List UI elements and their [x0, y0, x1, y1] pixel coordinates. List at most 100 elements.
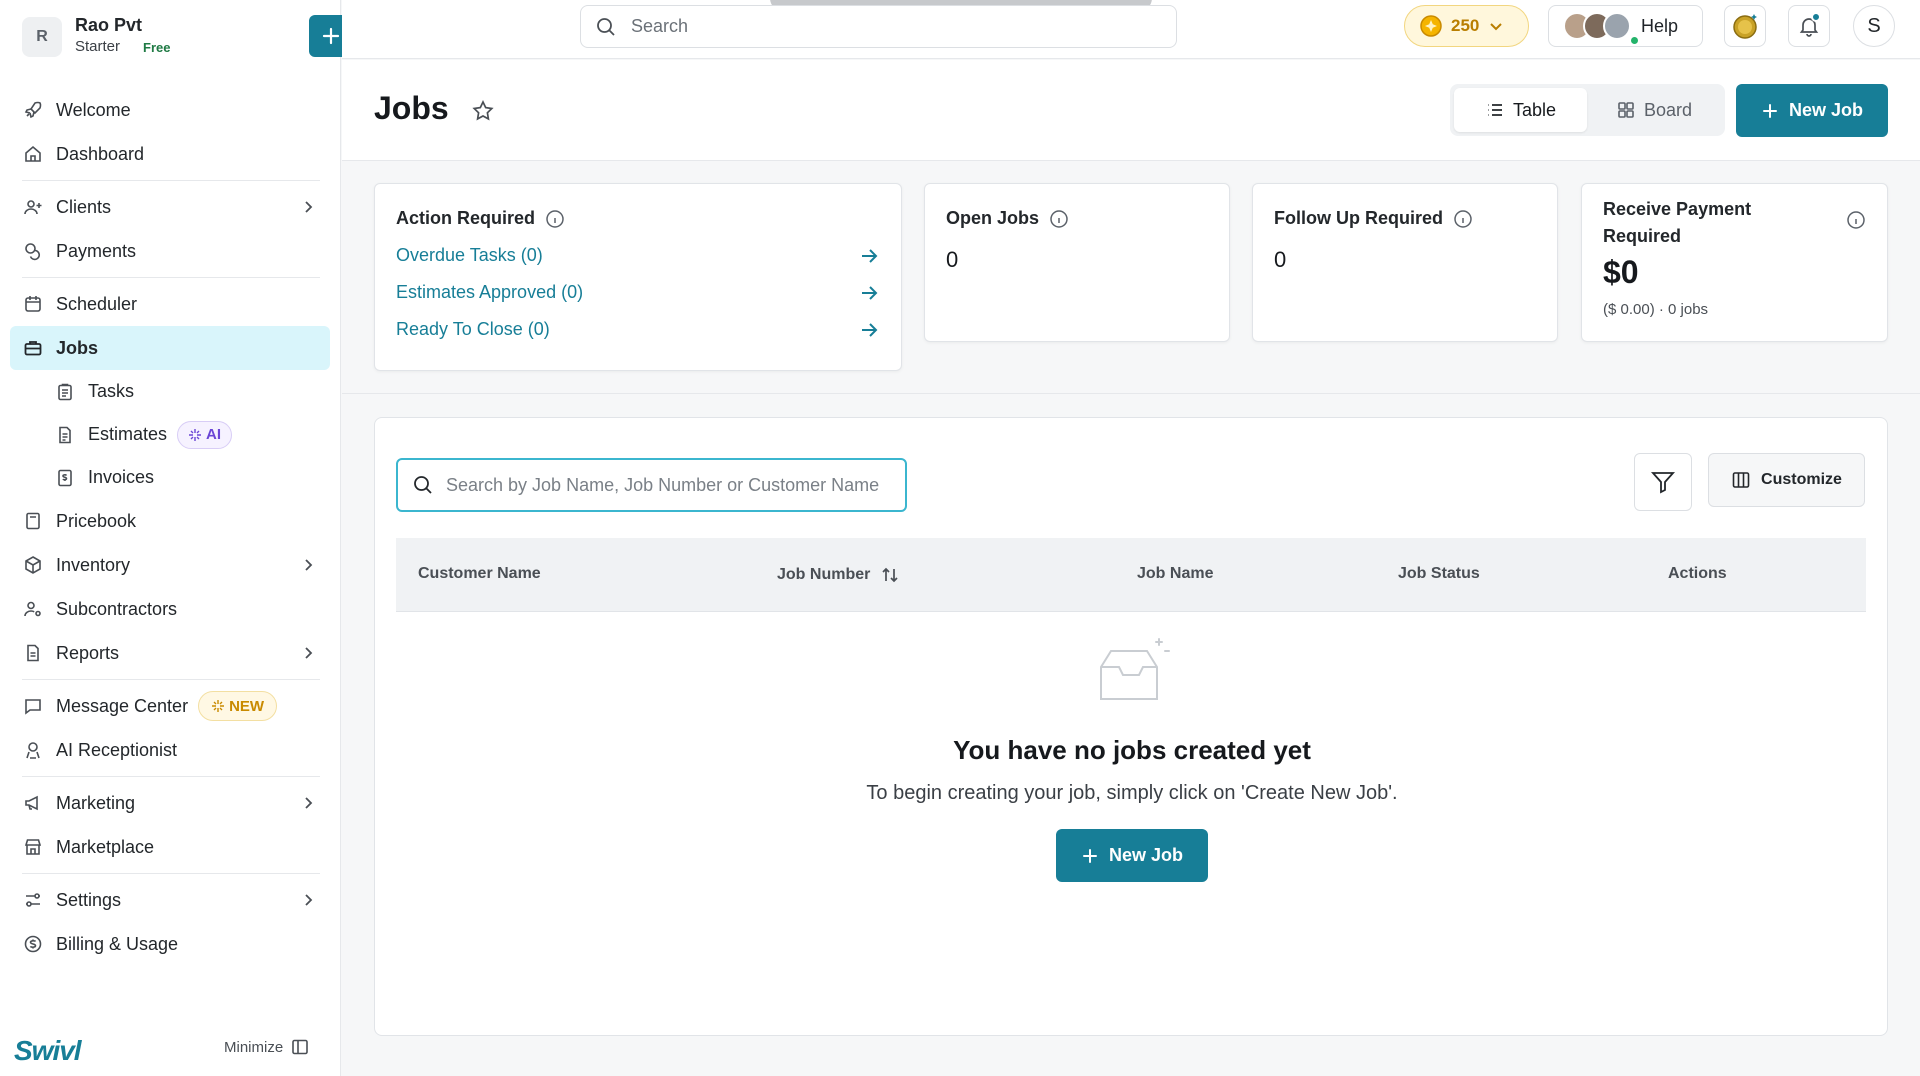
sidebar-item-reports[interactable]: Reports — [10, 631, 330, 675]
sidebar-item-label: Payments — [56, 240, 137, 261]
empty-subtitle: To begin creating your job, simply click… — [866, 782, 1398, 804]
ready-to-close-link[interactable]: Ready To Close (0) — [396, 311, 880, 348]
sidebar-item-estimates[interactable]: Estimates AI — [10, 413, 330, 456]
arrow-right-icon — [862, 248, 878, 263]
info-icon[interactable] — [1846, 210, 1866, 230]
plan-badge: Free — [143, 40, 171, 55]
receive-payment-value: $0 — [1603, 254, 1639, 290]
coins-icon — [22, 240, 44, 262]
info-icon[interactable] — [545, 209, 565, 229]
sidebar-item-label: Clients — [56, 196, 112, 217]
job-search-input[interactable] — [446, 474, 886, 496]
org-name: Rao Pvt — [75, 15, 143, 35]
coins-balance-dropdown[interactable]: 250 — [1404, 5, 1529, 47]
job-search-field[interactable] — [396, 458, 907, 512]
new-badge: NEW — [198, 691, 278, 721]
user-avatar[interactable]: S — [1853, 5, 1895, 47]
sidebar-item-billing[interactable]: Billing & Usage — [10, 922, 330, 966]
global-search-input[interactable]: Search — [580, 5, 1177, 48]
sidebar-item-label: AI Receptionist — [56, 739, 178, 760]
medal-icon — [1733, 14, 1757, 39]
follow-up-card[interactable]: Follow Up Required 0 — [1252, 183, 1558, 342]
calendar-icon — [22, 293, 44, 315]
table-view-button[interactable]: Table — [1454, 88, 1587, 132]
headset-icon — [22, 739, 44, 761]
divider — [22, 776, 320, 777]
sidebar-item-scheduler[interactable]: Scheduler — [10, 282, 330, 326]
sidebar-item-pricebook[interactable]: Pricebook — [10, 499, 330, 543]
new-job-button[interactable]: New Job — [1056, 829, 1208, 882]
customize-columns-button[interactable]: Customize — [1708, 453, 1865, 507]
sidebar-item-label: Welcome — [56, 99, 131, 120]
receive-payment-card[interactable]: Receive Payment Required $0 ($ 0.00) · 0… — [1581, 183, 1888, 342]
notifications-button[interactable] — [1788, 5, 1830, 47]
sidebar-item-tasks[interactable]: Tasks — [10, 370, 330, 413]
star-icon[interactable] — [471, 99, 495, 123]
report-icon — [22, 642, 44, 664]
overdue-tasks-link[interactable]: Overdue Tasks (0) — [396, 237, 880, 274]
sidebar-item-marketing[interactable]: Marketing — [10, 781, 330, 825]
sidebar-item-marketplace[interactable]: Marketplace — [10, 825, 330, 869]
board-view-button[interactable]: Board — [1587, 88, 1721, 132]
user-plus-icon — [22, 196, 44, 218]
info-icon[interactable] — [1453, 209, 1473, 229]
sidebar-item-message-center[interactable]: Message Center NEW — [10, 684, 330, 728]
view-toggle: Table Board — [1450, 84, 1725, 136]
sidebar-item-subcontractors[interactable]: Subcontractors — [10, 587, 330, 631]
org-plan: Starter — [75, 38, 121, 55]
sidebar-item-inventory[interactable]: Inventory — [10, 543, 330, 587]
search-icon — [597, 17, 615, 36]
estimates-approved-link[interactable]: Estimates Approved (0) — [396, 274, 880, 311]
user-gear-icon — [22, 598, 44, 620]
column-job-status[interactable]: Job Status — [1398, 565, 1480, 583]
divider — [22, 873, 320, 874]
sidebar-item-clients[interactable]: Clients — [10, 185, 330, 229]
sidebar-item-settings[interactable]: Settings — [10, 878, 330, 922]
filter-icon — [1650, 472, 1676, 494]
chevron-right-icon — [305, 894, 313, 906]
box-icon — [22, 554, 44, 576]
briefcase-icon — [22, 337, 44, 359]
rocket-icon — [22, 99, 44, 121]
info-icon[interactable] — [1049, 209, 1069, 229]
divider — [22, 180, 320, 181]
sidebar-item-ai-receptionist[interactable]: AI Receptionist — [10, 728, 330, 772]
column-job-number[interactable]: Job Number — [777, 565, 900, 585]
sidebar-item-invoices[interactable]: Invoices — [10, 456, 330, 499]
sidebar-item-label: Inventory — [56, 554, 131, 575]
sidebar-item-welcome[interactable]: Welcome — [10, 88, 330, 132]
open-jobs-card[interactable]: Open Jobs 0 — [924, 183, 1230, 342]
action-required-card: Action Required Overdue Tasks (0) Estima… — [374, 183, 902, 371]
sidebar-item-label: Invoices — [88, 467, 155, 487]
help-button[interactable]: Help — [1548, 5, 1703, 47]
chevron-down-icon — [1490, 23, 1503, 31]
card-title: Follow Up Required — [1274, 208, 1536, 229]
avatar — [1603, 12, 1631, 40]
ai-badge: AI — [177, 420, 233, 449]
sparkle-icon — [189, 428, 202, 441]
sidebar-item-payments[interactable]: Payments — [10, 229, 330, 273]
online-indicator — [1629, 35, 1640, 46]
sidebar-item-dashboard[interactable]: Dashboard — [10, 132, 330, 176]
chevron-right-icon — [305, 201, 313, 213]
minimize-button[interactable]: Minimize — [224, 1038, 309, 1056]
sort-icon[interactable] — [880, 565, 900, 585]
chevron-right-icon — [305, 559, 313, 571]
plus-icon — [1082, 848, 1097, 863]
org-switcher[interactable]: R Rao Pvt Starter Free — [22, 15, 352, 57]
receive-payment-sub: ($ 0.00) · 0 jobs — [1603, 301, 1709, 318]
column-customer-name[interactable]: Customer Name — [418, 565, 541, 583]
new-job-button[interactable]: New Job — [1736, 84, 1888, 137]
search-icon — [414, 476, 432, 494]
sparkle-icon — [212, 700, 225, 712]
sliders-icon — [22, 889, 44, 911]
column-job-name[interactable]: Job Name — [1137, 565, 1213, 583]
sidebar-item-label: Estimates — [88, 424, 168, 444]
coin-icon — [1420, 15, 1442, 37]
empty-state: You have no jobs created yet To begin cr… — [375, 633, 1889, 882]
sidebar-item-jobs[interactable]: Jobs — [10, 326, 330, 370]
home-icon — [22, 143, 44, 165]
rewards-button[interactable] — [1724, 5, 1766, 47]
filter-button[interactable] — [1634, 453, 1692, 511]
megaphone-icon — [22, 792, 44, 814]
